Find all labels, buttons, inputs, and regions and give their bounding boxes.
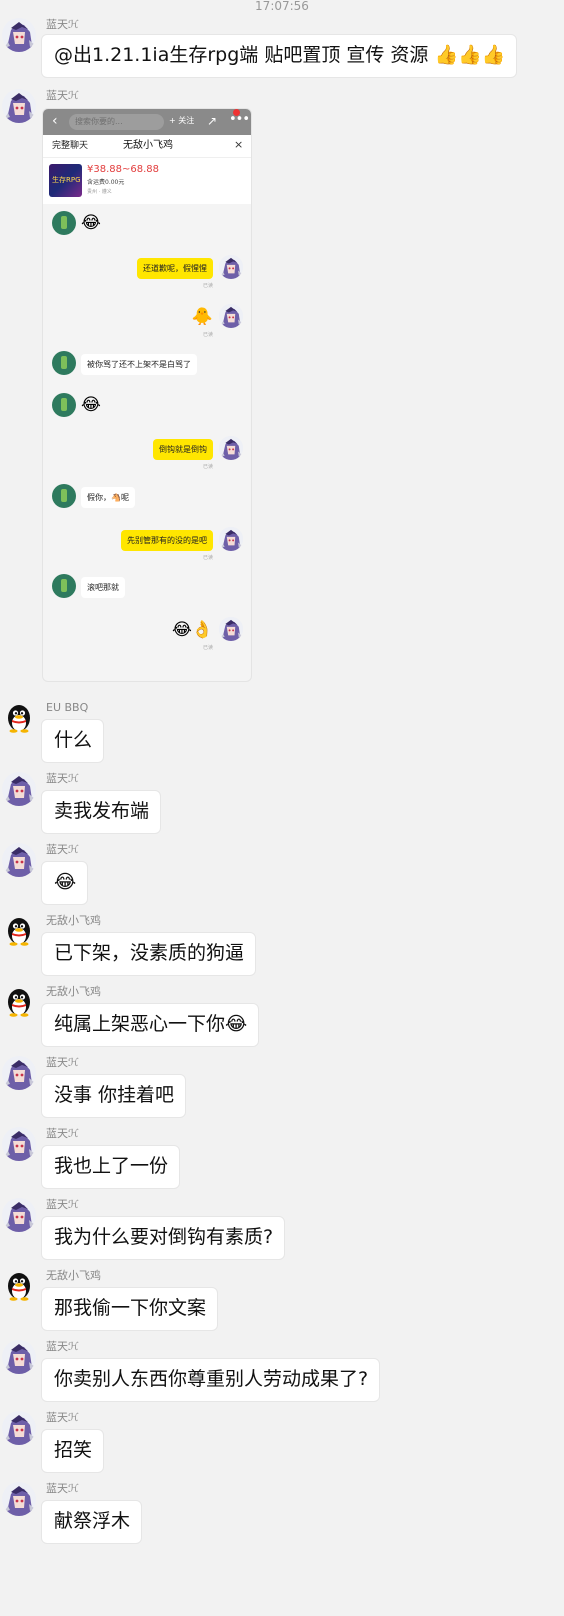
avatar[interactable] (2, 1269, 36, 1303)
avatar[interactable] (2, 985, 36, 1019)
sender-name: 蓝天ℋ (46, 843, 79, 856)
message-bubble[interactable]: 你卖别人东西你尊重别人劳动成果了? (41, 1358, 381, 1402)
chat-title: 无敌小飞鸡 (123, 140, 173, 151)
avatar[interactable] (2, 89, 36, 123)
product-price: ¥38.88~68.88 (87, 164, 159, 175)
emoji: 😂 (81, 213, 101, 233)
message-bubble: 被你骂了还不上架不是白骂了 (81, 354, 197, 375)
avatar (219, 304, 243, 328)
sender-name: 蓝天ℋ (46, 1482, 79, 1495)
message-bubble[interactable]: 卖我发布端 (41, 790, 162, 834)
sender-name: 蓝天ℋ (46, 772, 79, 785)
screenshot-row: 倒钩就是倒钩 已读 (43, 436, 251, 476)
message-bubble[interactable]: 那我偷一下你文案 (41, 1287, 219, 1331)
avatar[interactable] (2, 843, 36, 877)
avatar[interactable] (2, 1056, 36, 1090)
avatar (219, 255, 243, 279)
emoji: 🐥 (191, 307, 213, 327)
sender-name: 无敌小飞鸡 (46, 985, 101, 998)
read-receipt: 已读 (203, 464, 214, 470)
avatar (219, 527, 243, 551)
message-bubble: 先别管那有的没的是吧 (121, 530, 213, 551)
timestamp: 17:07:56 (255, 0, 309, 13)
avatar (52, 393, 76, 417)
sender-name: 蓝天ℋ (46, 1198, 79, 1211)
message-bubble[interactable]: @出1.21.1ia生存rpg端 贴吧置顶 宣传 资源 👍👍👍 (41, 34, 518, 78)
avatar[interactable] (2, 1482, 36, 1516)
avatar (219, 436, 243, 460)
avatar (52, 484, 76, 508)
message-bubble: 滚吧那就 (81, 577, 125, 598)
sender-name: 蓝天ℋ (46, 18, 79, 31)
read-receipt: 已读 (203, 283, 214, 289)
screenshot-row: 😂 (43, 211, 251, 251)
avatar[interactable] (2, 1198, 36, 1232)
search-box: 搜索你要的... (69, 114, 164, 130)
sender-name: 蓝天ℋ (46, 1127, 79, 1140)
message-bubble[interactable]: 😂 (41, 861, 89, 905)
read-receipt: 已读 (203, 332, 214, 338)
sender-name: 蓝天ℋ (46, 1411, 79, 1424)
message-bubble[interactable]: 没事 你挂着吧 (41, 1074, 187, 1118)
avatar (52, 574, 76, 598)
message-bubble[interactable]: 已下架，没素质的狗逼 (41, 932, 257, 976)
image-attachment[interactable]: ‹ 搜索你要的... + 关注 ↗ ••• 完整聊天 无敌小飞鸡 × 生存RPG… (42, 108, 252, 682)
back-icon: ‹ (52, 113, 58, 129)
avatar (52, 211, 76, 235)
message-bubble: 倒钩就是倒钩 (153, 439, 213, 460)
screenshot-row: 滚吧那就 (43, 574, 251, 614)
product-location: 贵州 · 遵义 (87, 189, 112, 195)
screenshot-chat-header: 完整聊天 无敌小飞鸡 × (43, 135, 251, 157)
avatar[interactable] (2, 18, 36, 52)
message-bubble[interactable]: 纯属上架恶心一下你😂 (41, 1003, 260, 1047)
sender-name: 无敌小飞鸡 (46, 914, 101, 927)
avatar[interactable] (2, 1411, 36, 1445)
sender-name: 无敌小飞鸡 (46, 1269, 101, 1282)
screenshot-row: 🐥 已读 (43, 304, 251, 344)
sender-name: EU BBQ (46, 701, 89, 714)
message-bubble: 还道歉呢，假惺惺 (137, 258, 213, 279)
sender-name: 蓝天ℋ (46, 89, 79, 102)
avatar[interactable] (2, 1340, 36, 1374)
share-icon: ↗ (207, 114, 218, 128)
avatar (52, 351, 76, 375)
message-bubble[interactable]: 我也上了一份 (41, 1145, 181, 1189)
full-chat-label: 完整聊天 (52, 141, 89, 151)
avatar[interactable] (2, 1127, 36, 1161)
emoji: 😂👌 (171, 620, 213, 640)
avatar[interactable] (2, 914, 36, 948)
follow-button: + 关注 (169, 116, 195, 125)
screenshot-row: 还道歉呢，假惺惺 已读 (43, 255, 251, 295)
read-receipt: 已读 (203, 645, 214, 651)
screenshot-row: 被你骂了还不上架不是白骂了 (43, 351, 251, 391)
product-thumbnail: 生存RPG (49, 164, 82, 197)
screenshot-row: 假你，🐴呢 (43, 484, 251, 524)
thumbnail-text: 生存RPG (52, 176, 81, 184)
screenshot-row: 😂 (43, 393, 251, 433)
message-bubble[interactable]: 我为什么要对倒钩有素质? (41, 1216, 286, 1260)
message-bubble[interactable]: 献祭浮木 (41, 1500, 143, 1544)
sender-name: 蓝天ℋ (46, 1056, 79, 1069)
product-card: 生存RPG ¥38.88~68.88 含运费0.00元 贵州 · 遵义 (43, 157, 251, 204)
sender-name: 蓝天ℋ (46, 1340, 79, 1353)
message-bubble[interactable]: 招笑 (41, 1429, 105, 1473)
product-shipping: 含运费0.00元 (87, 179, 125, 186)
read-receipt: 已读 (203, 555, 214, 561)
notification-dot (233, 109, 240, 116)
screenshot-row: 先别管那有的没的是吧 已读 (43, 527, 251, 567)
avatar[interactable] (2, 772, 36, 806)
close-icon: × (234, 138, 244, 151)
emoji: 😂 (81, 395, 101, 415)
avatar (219, 617, 243, 641)
screenshot-topbar: ‹ 搜索你要的... + 关注 ↗ ••• (43, 109, 251, 135)
message-bubble[interactable]: 什么 (41, 719, 105, 763)
avatar[interactable] (2, 701, 36, 735)
screenshot-row: 😂👌 已读 (43, 617, 251, 657)
message-bubble: 假你，🐴呢 (81, 487, 135, 508)
